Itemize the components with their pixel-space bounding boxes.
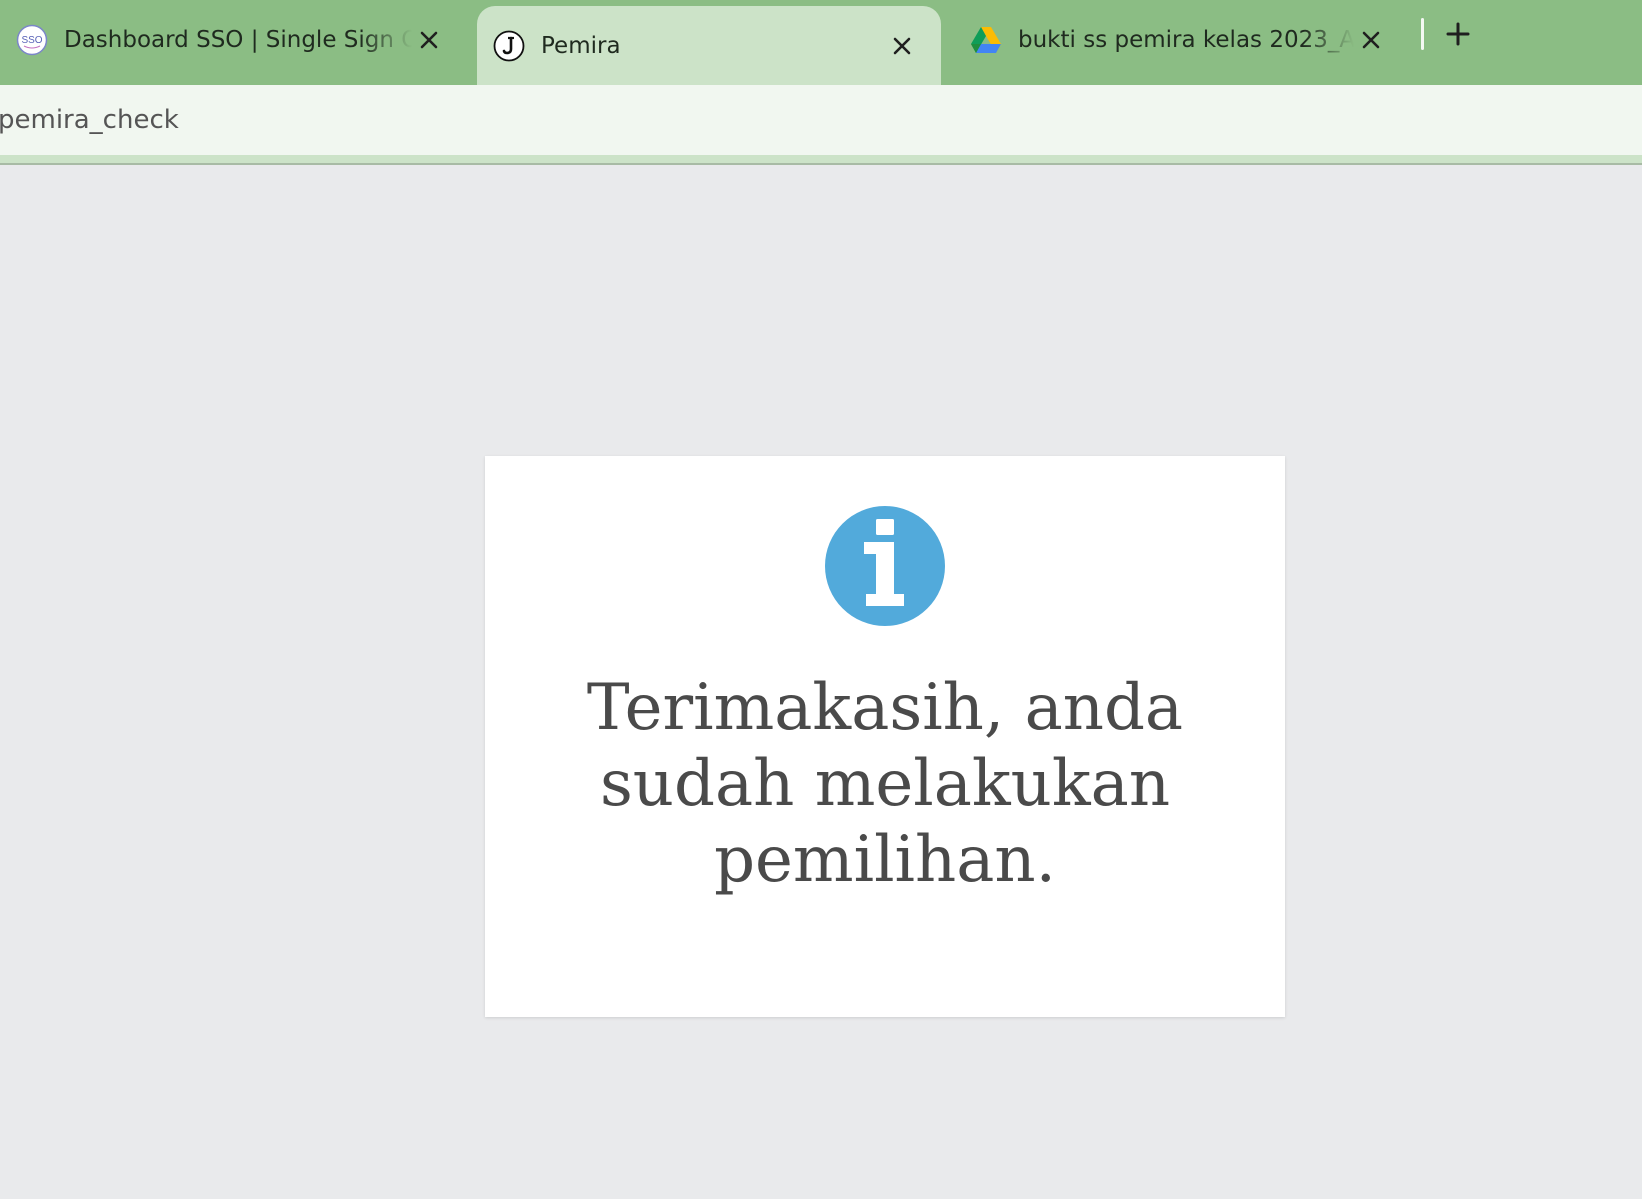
new-tab-button[interactable] <box>1440 16 1476 52</box>
alert-dialog: Terimakasih, anda sudah melakukan pemili… <box>485 456 1285 1017</box>
j-logo-icon <box>493 30 525 62</box>
tab-google-drive[interactable]: bukti ss pemira kelas 2023_A - Google Dr… <box>950 6 1410 74</box>
google-drive-icon <box>970 24 1002 56</box>
svg-text:SSO: SSO <box>21 35 42 46</box>
alert-message: Terimakasih, anda sudah melakukan pemili… <box>586 671 1184 897</box>
address-bar-text: pemira_check <box>0 105 179 135</box>
address-bar[interactable]: pemira_check <box>0 85 1642 155</box>
close-tab-icon[interactable] <box>1354 23 1388 57</box>
close-tab-icon[interactable] <box>412 23 446 57</box>
page-content: Terimakasih, anda sudah melakukan pemili… <box>0 167 1642 1199</box>
sso-logo-icon: SSO <box>16 24 48 56</box>
close-tab-icon[interactable] <box>885 29 919 63</box>
toolbar-separator <box>0 155 1642 165</box>
plus-icon <box>1446 22 1470 46</box>
tab-title: bukti ss pemira kelas 2023_A - Google Dr… <box>1018 27 1354 53</box>
info-icon <box>825 506 945 626</box>
browser-tabstrip: SSO Dashboard SSO | Single Sign On Pemir… <box>0 0 1642 85</box>
tab-title: Pemira <box>541 32 621 59</box>
tab-divider <box>1421 18 1424 50</box>
browser-toolbar: pemira_check <box>0 85 1642 155</box>
tab-dashboard-sso[interactable]: SSO Dashboard SSO | Single Sign On <box>0 6 468 74</box>
tab-pemira[interactable]: Pemira <box>477 6 941 85</box>
tab-title: Dashboard SSO | Single Sign On <box>64 27 412 53</box>
